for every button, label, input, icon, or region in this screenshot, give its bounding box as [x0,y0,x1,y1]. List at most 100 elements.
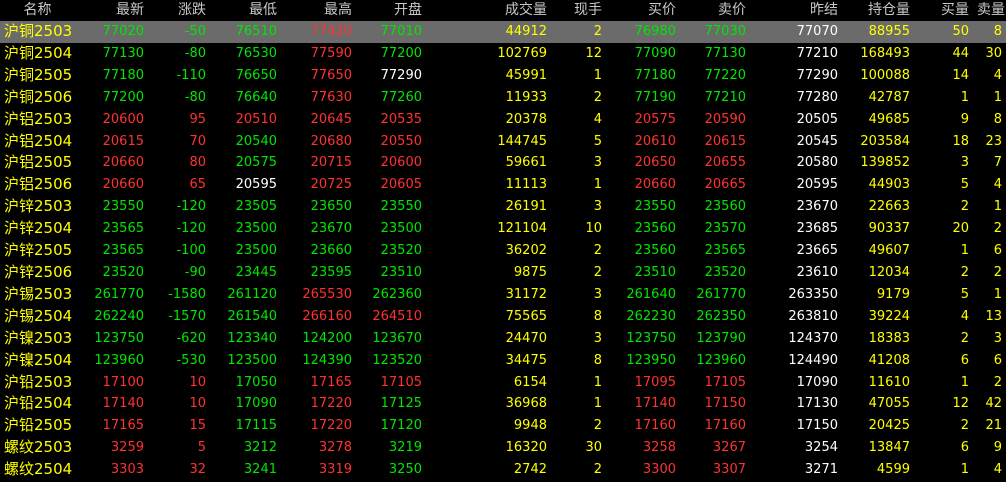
cell-prev-col: 124490 [788,352,838,368]
cell-open-col: 17120 [380,418,422,434]
cell-prev-col: 20580 [796,155,838,171]
cell-name-col[interactable]: 沪铜2505 [0,65,75,87]
cell-name-col[interactable]: 沪锌2504 [0,218,75,240]
cell-hand-col: 2 [593,418,602,434]
cell-low-col: 20575 [235,155,277,171]
table-row[interactable]: 螺纹2503 3259 5 3212 3278 3219 16320 30 3258 3267 32… [0,437,1006,459]
cell-name-col[interactable]: 沪锡2504 [0,306,75,328]
cell-bidv-col: 1 [960,243,969,259]
header-askv-col[interactable]: 卖量 [973,0,1006,21]
cell-oi-col: 4599 [876,462,910,478]
cell-name-col[interactable]: 沪铅2503 [0,372,75,394]
cell-hand-col: 8 [593,308,602,324]
header-bid-col[interactable]: 买价 [606,0,680,21]
cell-name-col[interactable]: 沪铅2505 [0,415,75,437]
table-row[interactable]: 沪锡2504 262240 -1570 261540 266160 264510 75565… [0,306,1006,328]
cell-bid-col: 20575 [634,111,676,127]
header-ask-col[interactable]: 卖价 [680,0,750,21]
table-row[interactable]: 沪镍2504 123960 -530 123500 124390 123520 34475 8… [0,350,1006,372]
cell-bid-col: 23560 [634,221,676,237]
cell-high-col: 77630 [310,89,352,105]
cell-hand-col: 1 [593,396,602,412]
cell-bidv-col: 6 [960,352,969,368]
cell-askv-col: 6 [993,352,1002,368]
cell-bidv-col: 1 [960,462,969,478]
cell-open-col: 17105 [380,374,422,390]
cell-oi-col: 90337 [868,221,910,237]
cell-low-col: 23445 [235,264,277,280]
table-row[interactable]: 沪铜2505 77180 -110 76650 77650 77290 45991 1 7718… [0,65,1006,87]
cell-volume-col: 44912 [426,21,551,43]
cell-name-col[interactable]: 沪铝2505 [0,152,75,174]
cell-name-col[interactable]: 沪铜2503 [0,21,75,43]
table-row[interactable]: 螺纹2504 3303 32 3241 3319 3250 2742 2 3300 3307 327… [0,459,1006,481]
table-row[interactable]: 沪铝2505 20660 80 20575 20715 20600 59661 3 20650 2… [0,152,1006,174]
table-row[interactable]: 沪铅2505 17165 15 17115 17220 17120 9948 2 17160 17… [0,415,1006,437]
table-row[interactable]: 沪铜2503 77020 -50 76510 77420 77010 44912 2 76980… [0,21,1006,43]
table-row[interactable]: 沪锌2503 23550 -120 23505 23650 23550 26191 3 2355… [0,196,1006,218]
cell-askv-col: 3 [993,330,1002,346]
cell-volume-col: 121104 [497,221,547,237]
cell-name-col[interactable]: 螺纹2504 [0,459,75,481]
table-row[interactable]: 沪锡2503 261770 -1580 261120 265530 262360 31172… [0,284,1006,306]
cell-name-col[interactable]: 沪铝2503 [0,109,75,131]
cell-open-col: 3219 [388,440,422,456]
cell-name-col[interactable]: 沪镍2503 [0,328,75,350]
cell-name-col[interactable]: 螺纹2503 [0,437,75,459]
table-row[interactable]: 沪铜2506 77200 -80 76640 77630 77260 11933 2 77190… [0,87,1006,109]
header-high-col[interactable]: 最高 [281,0,356,21]
cell-hand-col: 4 [593,111,602,127]
header-last-col[interactable]: 最新 [75,0,148,21]
table-row[interactable]: 沪铝2504 20615 70 20540 20680 20550 144745 5 20610… [0,131,1006,153]
cell-open-col: 262360 [372,286,422,302]
cell-name-col[interactable]: 沪铜2504 [0,43,75,65]
cell-last-col: 17100 [102,374,144,390]
table-row[interactable]: 沪铝2503 20600 95 20510 20645 20535 20378 4 20575 2… [0,109,1006,131]
cell-bidv-col: 5 [960,177,969,193]
cell-name-col[interactable]: 沪锌2503 [0,196,75,218]
cell-oi-col: 88955 [842,21,914,43]
cell-hand-col: 3 [593,155,602,171]
header-bidv-col[interactable]: 买量 [914,0,973,21]
table-row[interactable]: 沪铜2504 77130 -80 76530 77590 77200 102769 12 770… [0,43,1006,65]
cell-askv-col: 1 [993,89,1002,105]
cell-name-col[interactable]: 沪铝2506 [0,174,75,196]
table-row[interactable]: 沪锌2504 23565 -120 23500 23670 23500 121104 10 23… [0,218,1006,240]
cell-last-col: 23565 [102,243,144,259]
cell-name-col[interactable]: 沪铅2504 [0,393,75,415]
cell-change-col: 65 [189,177,206,193]
cell-ask-col: 3267 [712,440,746,456]
table-row[interactable]: 沪铅2504 17140 10 17090 17220 17125 36968 1 17140 1… [0,393,1006,415]
table-row[interactable]: 沪锌2505 23565 -100 23500 23660 23520 36202 2 2356… [0,240,1006,262]
cell-high-col: 77650 [310,67,352,83]
header-prev-col[interactable]: 昨结 [750,0,842,21]
cell-open-col: 17125 [380,396,422,412]
cell-name-col[interactable]: 沪锌2506 [0,262,75,284]
cell-askv-col: 2 [993,374,1002,390]
cell-bidv-col: 14 [952,67,969,83]
cell-volume-col: 16320 [505,440,547,456]
cell-name-col[interactable]: 沪锌2505 [0,240,75,262]
table-row[interactable]: 沪铅2503 17100 10 17050 17165 17105 6154 1 17095 17… [0,372,1006,394]
header-low-col[interactable]: 最低 [210,0,281,21]
header-volume-col[interactable]: 成交量 [426,0,551,21]
cell-name-col[interactable]: 沪铝2504 [0,131,75,153]
cell-name-col[interactable]: 沪锡2503 [0,284,75,306]
cell-name-col[interactable]: 沪镍2504 [0,350,75,372]
cell-bidv-col: 2 [960,199,969,215]
cell-ask-col: 20655 [704,155,746,171]
cell-askv-col: 7 [993,155,1002,171]
table-row[interactable]: 沪锌2506 23520 -90 23445 23595 23510 9875 2 23510 2… [0,262,1006,284]
table-row[interactable]: 沪镍2503 123750 -620 123340 124200 123670 24470 3… [0,328,1006,350]
cell-high-col: 265530 [302,286,352,302]
header-oi-col[interactable]: 持仓量 [842,0,914,21]
header-open-col[interactable]: 开盘 [356,0,426,21]
header-hand-col[interactable]: 现手 [551,0,606,21]
cell-name-col[interactable]: 沪铜2506 [0,87,75,109]
cell-low-col: 17050 [235,374,277,390]
cell-bid-col: 123750 [626,330,676,346]
cell-bid-col: 20610 [634,133,676,149]
header-change-col[interactable]: 涨跌 [148,0,210,21]
header-name-col[interactable]: 名称 [0,0,75,21]
table-row[interactable]: 沪铝2506 20660 65 20595 20725 20605 11113 1 20660 2… [0,174,1006,196]
